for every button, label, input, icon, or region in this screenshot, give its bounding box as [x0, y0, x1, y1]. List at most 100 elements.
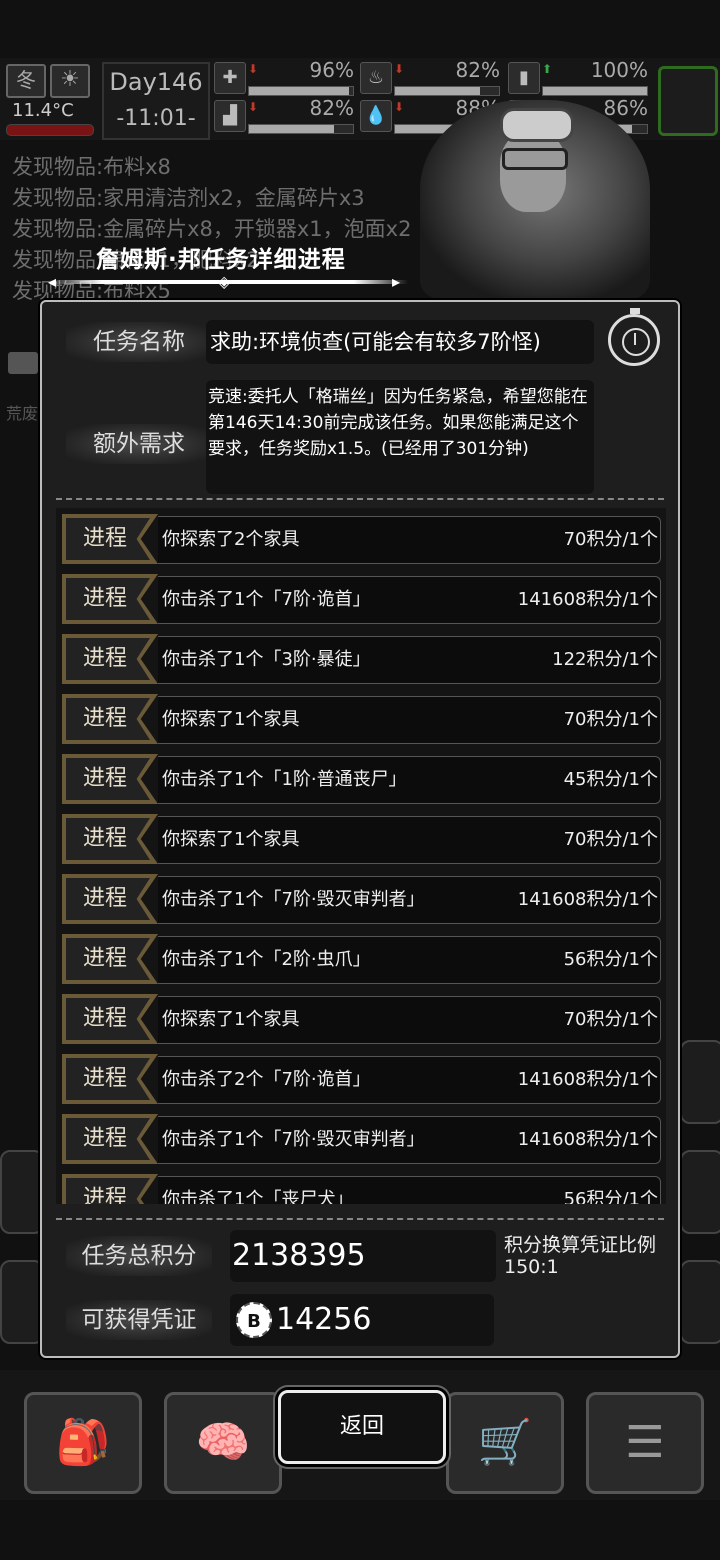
goggles-icon [500, 108, 574, 142]
progress-tag: 进程 [66, 518, 150, 560]
progress-tag-frame: 进程 [62, 994, 158, 1044]
progress-row: 进程 你击杀了2个「7阶·诡首」 141608积分/1个 [62, 1054, 662, 1104]
progress-row: 进程 你探索了1个家具 70积分/1个 [62, 694, 662, 744]
progress-row-body: 你击杀了1个「7阶·毁灭审判者」 141608积分/1个 [158, 876, 661, 924]
progress-row-body: 你探索了1个家具 70积分/1个 [158, 816, 661, 864]
progress-tag: 进程 [66, 638, 150, 680]
stat-bar-fill [543, 87, 647, 95]
ornament-left-icon: ◂ [48, 272, 57, 291]
progress-points: 70积分/1个 [563, 1009, 658, 1030]
progress-row-body: 你击杀了1个「丧尸犬」 56积分/1个 [158, 1176, 661, 1204]
stat-energy: ▮ ⬆ 100% [508, 58, 648, 96]
progress-tag: 进程 [66, 1178, 150, 1204]
progress-row: 进程 你击杀了1个「2阶·虫爪」 56积分/1个 [62, 934, 662, 984]
progress-row-body: 你击杀了2个「7阶·诡首」 141608积分/1个 [158, 1056, 661, 1104]
log-line: 发现物品:布料x8 [12, 155, 171, 179]
progress-points: 56积分/1个 [563, 949, 658, 970]
boot-icon: ▟ [214, 100, 246, 132]
side-button-left[interactable] [0, 1150, 44, 1234]
stat-value: 96% [309, 58, 354, 82]
progress-tag: 进程 [66, 1058, 150, 1100]
progress-row-body: 你击杀了1个「7阶·诡首」 141608积分/1个 [158, 576, 661, 624]
skills-button[interactable]: 🧠 [164, 1392, 282, 1494]
dialog-title: 詹姆斯·邦任务详细进程 [96, 247, 346, 273]
temperature: 11.4°C [12, 100, 74, 121]
progress-list[interactable]: 进程 你探索了2个家具 70积分/1个 进程 你击杀了1个「7阶·诡首」 141… [56, 508, 666, 1204]
total-points-label: 任务总积分 [66, 1236, 212, 1276]
progress-row: 进程 你探索了1个家具 70积分/1个 [62, 814, 662, 864]
progress-points: 70积分/1个 [563, 529, 658, 550]
season-weather: 冬 ☀ 11.4°C [6, 62, 94, 136]
trend-down-icon: ⬇ [248, 100, 259, 114]
progress-row-body: 你探索了1个家具 70积分/1个 [158, 996, 661, 1044]
stopwatch-hand [634, 333, 636, 345]
progress-desc: 你击杀了1个「3阶·暴徒」 [162, 649, 371, 670]
backpack-button[interactable]: 🎒 [24, 1392, 142, 1494]
stat-hunger: ♨ ⬇ 82% [360, 58, 500, 96]
stat-bar [542, 86, 648, 96]
progress-desc: 你探索了2个家具 [162, 529, 300, 550]
bitcoin-coin-icon: B [236, 1302, 272, 1338]
progress-row-body: 你探索了1个家具 70积分/1个 [158, 696, 661, 744]
progress-points: 70积分/1个 [563, 829, 658, 850]
progress-tag-frame: 进程 [62, 1114, 158, 1164]
progress-desc: 你击杀了1个「2阶·虫爪」 [162, 949, 371, 970]
progress-row: 进程 你探索了2个家具 70积分/1个 [62, 514, 662, 564]
stat-value: 82% [309, 96, 354, 120]
progress-tag-frame: 进程 [62, 754, 158, 804]
progress-points: 122积分/1个 [552, 649, 658, 670]
progress-desc: 你击杀了1个「7阶·诡首」 [162, 589, 371, 610]
progress-row: 进程 你击杀了1个「丧尸犬」 56积分/1个 [62, 1174, 662, 1204]
game-time: -11:01- [116, 106, 196, 131]
extra-requirement-value: 竞速:委托人「格瑞丝」因为任务紧急，希望您能在第146天14:30前完成该任务。… [206, 380, 594, 494]
side-button-left-2[interactable] [0, 1260, 44, 1344]
progress-row: 进程 你击杀了1个「7阶·诡首」 141608积分/1个 [62, 574, 662, 624]
progress-tag-frame: 进程 [62, 514, 158, 564]
progress-row: 进程 你探索了1个家具 70积分/1个 [62, 994, 662, 1044]
progress-tag-frame: 进程 [62, 874, 158, 924]
progress-points: 141608积分/1个 [517, 1129, 658, 1150]
progress-tag-frame: 进程 [62, 634, 158, 684]
menu-button[interactable]: ☰ [586, 1392, 704, 1494]
back-button[interactable]: 返回 [278, 1390, 446, 1464]
shop-button[interactable]: 🛒 [446, 1392, 564, 1494]
progress-row: 进程 你击杀了1个「7阶·毁灭审判者」 141608积分/1个 [62, 874, 662, 924]
side-button-right[interactable] [680, 1040, 720, 1124]
background-bar [8, 352, 38, 374]
progress-row-body: 你击杀了1个「1阶·普通丧尸」 45积分/1个 [158, 756, 661, 804]
glasses-icon [502, 148, 568, 170]
task-name-label: 任务名称 [66, 322, 212, 362]
progress-tag: 进程 [66, 758, 150, 800]
exchange-rate-label: 积分换算凭证比例 [504, 1234, 657, 1256]
stat-stamina: ▟ ⬇ 82% [214, 96, 354, 134]
equipment-slot[interactable] [658, 66, 718, 136]
progress-desc: 你击杀了1个「丧尸犬」 [162, 1189, 354, 1204]
task-name-value: 求助:环境侦查(可能会有较多7阶怪) [206, 320, 594, 364]
voucher-label: 可获得凭证 [66, 1300, 212, 1340]
progress-tag-frame: 进程 [62, 1174, 158, 1204]
progress-row: 进程 你击杀了1个「3阶·暴徒」 122积分/1个 [62, 634, 662, 684]
progress-tag-frame: 进程 [62, 694, 158, 744]
battery-icon: ▮ [508, 62, 540, 94]
progress-row: 进程 你击杀了1个「7阶·毁灭审判者」 141608积分/1个 [62, 1114, 662, 1164]
health-kit-icon: ✚ [214, 62, 246, 94]
progress-desc: 你探索了1个家具 [162, 1009, 300, 1030]
stat-bar [394, 86, 500, 96]
progress-row-body: 你击杀了1个「2阶·虫爪」 56积分/1个 [158, 936, 661, 984]
progress-desc: 你探索了1个家具 [162, 709, 300, 730]
progress-points: 141608积分/1个 [517, 1069, 658, 1090]
log-line: 发现物品:家用清洁剂x2，金属碎片x3 [12, 186, 365, 210]
progress-desc: 你击杀了1个「1阶·普通丧尸」 [162, 769, 407, 790]
side-button-right-2[interactable] [680, 1150, 720, 1234]
divider [56, 498, 664, 500]
total-points-value: 2138395 [230, 1230, 496, 1282]
divider [56, 1218, 664, 1220]
stat-bar [248, 86, 354, 96]
voucher-value-box: B 14256 [230, 1294, 494, 1346]
side-button-right-3[interactable] [680, 1260, 720, 1344]
progress-points: 141608积分/1个 [517, 589, 658, 610]
voucher-value: 14256 [276, 1302, 372, 1337]
snowflake-season-icon: 冬 [6, 64, 46, 98]
day-counter: Day146 [109, 68, 203, 96]
ornament-right-icon: ▸ [392, 272, 401, 291]
